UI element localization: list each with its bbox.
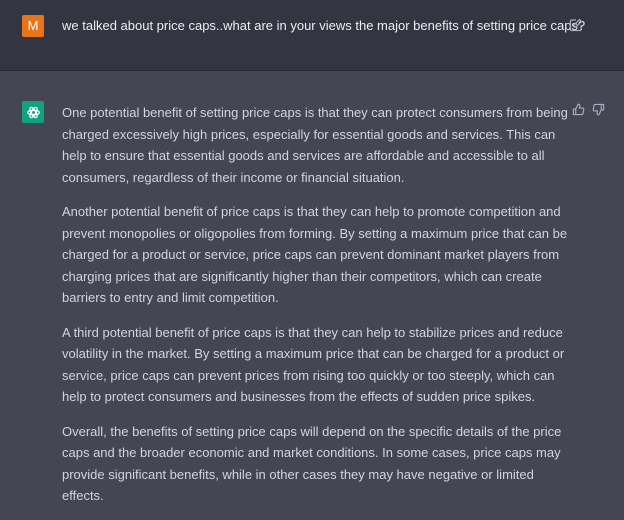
response-paragraph-3: A third potential benefit of price caps … [62,324,565,405]
assistant-message-row: One potential benefit of setting price c… [0,71,624,503]
thumbs-down-icon[interactable] [592,103,605,116]
response-paragraph-2: Another potential benefit of price caps … [62,204,568,305]
thumbs-up-icon[interactable] [572,103,585,116]
response-paragraph-1: One potential benefit of setting price c… [62,105,568,185]
response-paragraph-4: Overall, the benefits of setting price c… [62,423,562,504]
assistant-response: One potential benefit of setting price c… [62,102,568,520]
user-message-text: we talked about price caps..what are in … [62,18,586,33]
user-avatar: M [22,15,44,37]
user-message-row: M we talked about price caps..what are i… [0,0,624,71]
openai-logo-icon [22,101,44,123]
edit-icon[interactable] [569,18,583,32]
